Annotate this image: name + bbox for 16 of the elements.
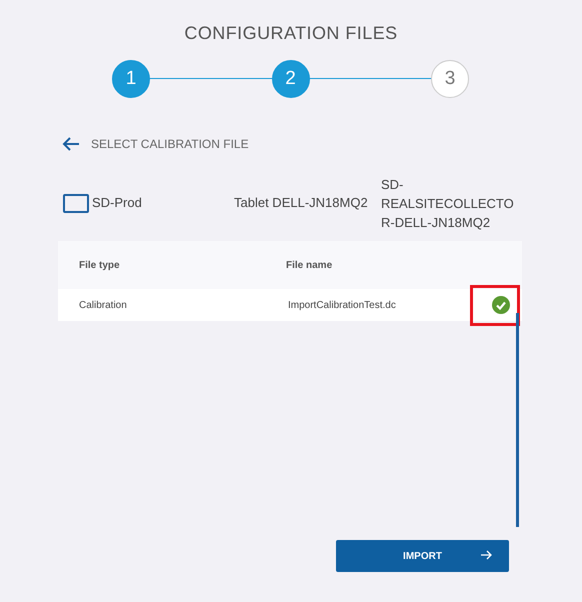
section-title: SELECT CALIBRATION FILE: [91, 136, 249, 153]
arrow-icon: [481, 550, 493, 560]
import-button[interactable]: IMPORT: [336, 540, 509, 572]
tablet-name: Tablet DELL-JN18MQ2: [234, 194, 369, 212]
step-indicator: 1: [112, 60, 150, 98]
step-indicator: 3: [431, 60, 469, 98]
column-header: File type: [79, 258, 121, 272]
table-cell-text: Calibration: [79, 298, 128, 312]
column-header: File name: [286, 258, 332, 272]
page-title: CONFIGURATION FILES: [184, 22, 398, 45]
back-arrow-icon[interactable]: [62, 137, 80, 151]
collector-name: SD-REALSITECOLLECTOR-DELL-JN18MQ2: [381, 176, 515, 232]
device-name: SD-Prod: [92, 194, 143, 212]
table-cell-text: ImportCalibrationTest.dc: [288, 298, 396, 312]
device-icon: [63, 194, 89, 212]
step-indicator: 2: [272, 60, 310, 98]
